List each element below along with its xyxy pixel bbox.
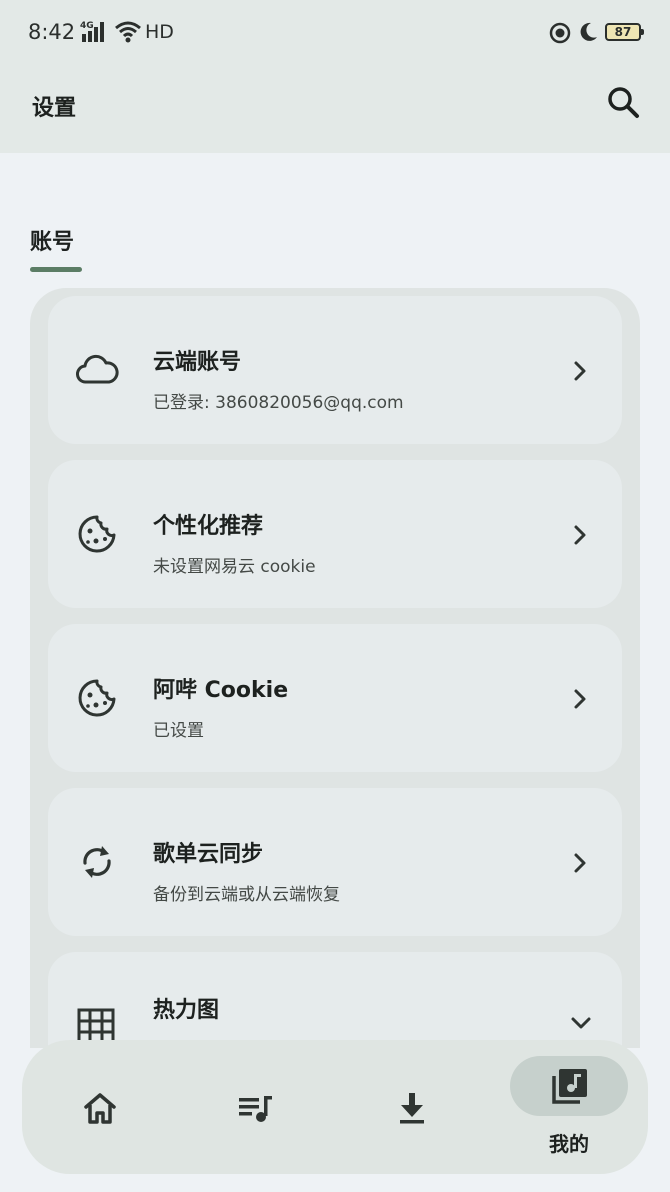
setting-title: 阿哔 Cookie [153, 678, 289, 703]
setting-subtitle: 已设置 [153, 721, 204, 741]
account-settings-group: 云端账号 已登录: 3860820056@qq.com 个性化推荐 未设置网易云… [30, 288, 640, 1048]
cookie-icon [78, 679, 116, 717]
search-icon[interactable] [605, 84, 641, 120]
chevron-right-icon [574, 361, 586, 381]
focus-mode-icon [549, 22, 571, 44]
home-icon [84, 1093, 116, 1124]
nav-playlist[interactable] [178, 1040, 334, 1174]
header: 8:42 4G HD 87 设置 [0, 0, 670, 153]
bottom-navigation: 我的 [22, 1040, 648, 1174]
setting-heatmap[interactable]: 热力图 [48, 952, 622, 1048]
tab-indicator [30, 267, 82, 272]
setting-subtitle: 备份到云端或从云端恢复 [153, 885, 340, 905]
chevron-right-icon [574, 689, 586, 709]
setting-bilibili-cookie[interactable]: 阿哔 Cookie 已设置 [48, 624, 622, 772]
settings-screen: 8:42 4G HD 87 设置 账号 云端账号 已登录: 3860820056… [0, 0, 670, 1192]
nav-home[interactable] [22, 1040, 178, 1174]
download-icon [400, 1093, 424, 1124]
setting-personalized-recommend[interactable]: 个性化推荐 未设置网易云 cookie [48, 460, 622, 608]
setting-title: 热力图 [153, 998, 220, 1023]
setting-subtitle: 已登录: 3860820056@qq.com [153, 393, 404, 413]
playlist-icon [239, 1096, 272, 1122]
cloud-icon [76, 354, 119, 384]
tab-account[interactable]: 账号 [30, 224, 74, 256]
battery-indicator: 87 [605, 23, 644, 41]
hd-indicator: HD [145, 21, 174, 43]
library-music-icon [552, 1069, 587, 1104]
status-bar: 8:42 4G HD 87 [0, 0, 670, 66]
sync-icon [83, 846, 111, 878]
setting-subtitle: 未设置网易云 cookie [153, 557, 316, 577]
cookie-icon [78, 515, 116, 553]
setting-playlist-cloud-sync[interactable]: 歌单云同步 备份到云端或从云端恢复 [48, 788, 622, 936]
nav-download[interactable] [334, 1040, 490, 1174]
setting-title: 个性化推荐 [153, 514, 264, 539]
setting-title: 歌单云同步 [153, 842, 264, 867]
chevron-down-icon [571, 1017, 591, 1029]
page-title: 设置 [32, 96, 77, 121]
nav-label-mine: 我的 [549, 1132, 589, 1156]
chevron-right-icon [574, 525, 586, 545]
setting-title: 云端账号 [153, 350, 242, 375]
signal-icon: 4G [80, 21, 104, 42]
svg-text:4G: 4G [80, 21, 94, 31]
chevron-right-icon [574, 853, 586, 873]
status-time: 8:42 [28, 20, 76, 44]
moon-icon [580, 22, 597, 41]
wifi-icon [115, 21, 141, 43]
setting-cloud-account[interactable]: 云端账号 已登录: 3860820056@qq.com [48, 296, 622, 444]
